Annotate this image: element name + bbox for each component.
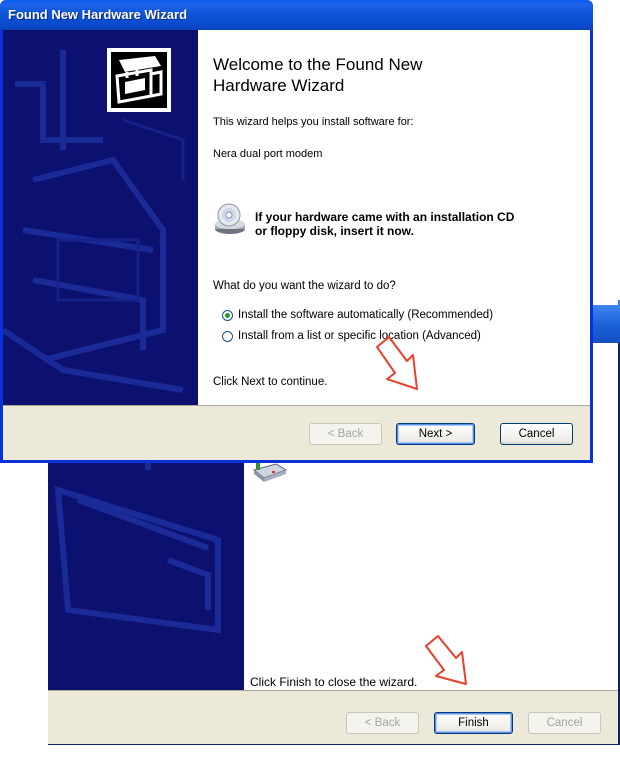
next-button[interactable]: Next > xyxy=(396,423,475,445)
hardware-wizard-logo xyxy=(107,48,171,112)
option-label: Install from a list or specific location… xyxy=(238,330,481,342)
option-install-automatically[interactable]: Install the software automatically (Reco… xyxy=(222,309,493,321)
titlebar[interactable]: Found New Hardware Wizard xyxy=(0,0,593,30)
welcome-wizard-window: Found New Hardware Wizard Welcome to the… xyxy=(0,0,593,463)
heading-line-2: Hardware Wizard xyxy=(213,76,345,95)
cancel-button[interactable]: Cancel xyxy=(500,423,573,445)
window-title: Found New Hardware Wizard xyxy=(8,7,188,22)
cd-instruction-line-2: or floppy disk, insert it now. xyxy=(255,224,414,238)
option-label: Install the software automatically (Reco… xyxy=(238,309,494,321)
intro-text: This wizard helps you install software f… xyxy=(213,116,414,128)
continue-instruction: Click Next to continue. xyxy=(213,376,328,388)
finish-back-button[interactable]: < Back xyxy=(346,712,419,734)
hardware-board-icon xyxy=(111,52,167,108)
wizard-client-area: Welcome to the Found New Hardware Wizard… xyxy=(3,30,590,460)
wizard-question: What do you want the wizard to do? xyxy=(213,280,396,292)
cd-instruction: If your hardware came with an installati… xyxy=(255,210,514,238)
wizard-heading: Welcome to the Found New Hardware Wizard xyxy=(213,54,553,96)
heading-line-1: Welcome to the Found New xyxy=(213,55,423,74)
annotation-arrow-next xyxy=(376,336,418,390)
cd-drive-icon xyxy=(215,203,245,234)
finish-button-bar: < Back Finish Cancel xyxy=(48,690,618,744)
finish-button[interactable]: Finish xyxy=(434,712,513,734)
finish-cancel-button[interactable]: Cancel xyxy=(528,712,601,734)
option-install-from-list[interactable]: Install from a list or specific location… xyxy=(222,330,481,342)
annotation-arrow-finish xyxy=(425,635,467,685)
modem-icon xyxy=(252,462,288,482)
finish-instruction: Click Finish to close the wizard. xyxy=(250,675,418,689)
background-window-titlebar-edge xyxy=(593,305,620,343)
wizard-sidebar xyxy=(3,30,198,405)
cd-instruction-line-1: If your hardware came with an installati… xyxy=(255,210,515,224)
back-button[interactable]: < Back xyxy=(309,423,382,445)
device-name: Nera dual port modem xyxy=(213,148,323,160)
radio-button-selected[interactable] xyxy=(222,309,233,321)
wizard-button-bar: < Back Next > Cancel xyxy=(3,405,590,460)
radio-button[interactable] xyxy=(222,330,233,342)
